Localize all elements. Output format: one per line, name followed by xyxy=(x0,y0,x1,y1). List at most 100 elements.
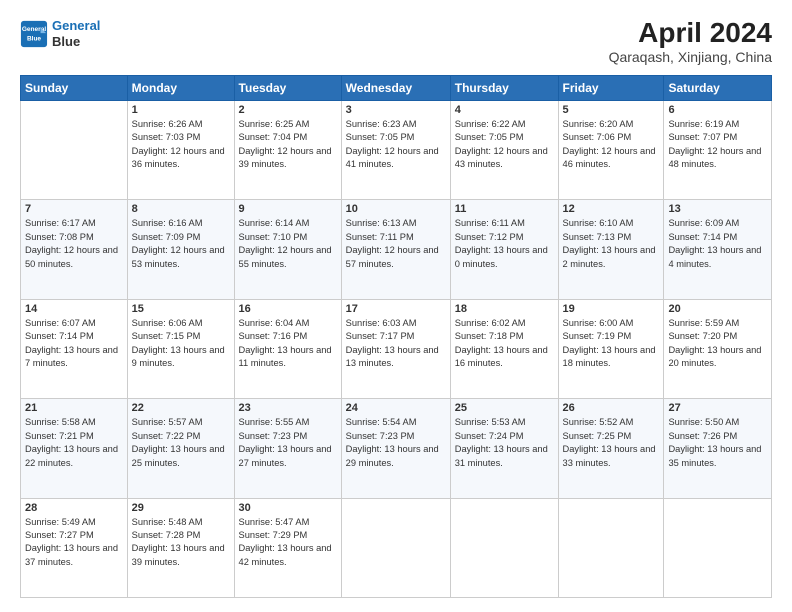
day-info: Sunrise: 6:25 AMSunset: 7:04 PMDaylight:… xyxy=(239,118,337,172)
day-number: 21 xyxy=(25,402,123,414)
day-number: 8 xyxy=(132,203,230,215)
day-number: 13 xyxy=(668,203,767,215)
calendar-cell: 14Sunrise: 6:07 AMSunset: 7:14 PMDayligh… xyxy=(21,299,128,398)
calendar-cell: 25 Sunrise: 5:53 AMSunset: 7:24 PMDayligh… xyxy=(450,399,558,498)
day-info: Sunrise: 6:26 AMSunset: 7:03 PMDaylight:… xyxy=(132,118,230,172)
day-info: Sunrise: 6:00 AMSunset: 7:19 PMDaylight:… xyxy=(563,317,660,371)
calendar-cell: 10Sunrise: 6:13 AMSunset: 7:11 PMDayligh… xyxy=(341,200,450,299)
day-info: Sunrise: 6:16 AMSunset: 7:09 PMDaylight:… xyxy=(132,217,230,271)
day-info: Sunrise: 5:47 AMSunset: 7:29 PMDaylight:… xyxy=(239,516,337,570)
subtitle: Qaraqash, Xinjiang, China xyxy=(609,49,772,65)
day-number: 22 xyxy=(132,402,230,414)
calendar-cell xyxy=(21,100,128,199)
calendar-header-row: SundayMondayTuesdayWednesdayThursdayFrid… xyxy=(21,75,772,100)
day-number: 26 xyxy=(563,402,660,414)
day-info: Sunrise: 5:48 AMSunset: 7:28 PMDaylight:… xyxy=(132,516,230,570)
calendar-cell: 27 Sunrise: 5:50 AMSunset: 7:26 PMDayligh… xyxy=(664,399,772,498)
calendar-cell: 29 Sunrise: 5:48 AMSunset: 7:28 PMDayligh… xyxy=(127,498,234,597)
col-header-sunday: Sunday xyxy=(21,75,128,100)
day-info: Sunrise: 6:09 AMSunset: 7:14 PMDaylight:… xyxy=(668,217,767,271)
calendar-cell: 24 Sunrise: 5:54 AMSunset: 7:23 PMDayligh… xyxy=(341,399,450,498)
day-info: Sunrise: 6:14 AMSunset: 7:10 PMDaylight:… xyxy=(239,217,337,271)
calendar-cell: 30 Sunrise: 5:47 AMSunset: 7:29 PMDayligh… xyxy=(234,498,341,597)
day-info: Sunrise: 6:03 AMSunset: 7:17 PMDaylight:… xyxy=(346,317,446,371)
day-number: 11 xyxy=(455,203,554,215)
day-info: Sunrise: 6:22 AMSunset: 7:05 PMDaylight:… xyxy=(455,118,554,172)
day-info: Sunrise: 5:55 AMSunset: 7:23 PMDaylight:… xyxy=(239,416,337,470)
day-info: Sunrise: 5:50 AMSunset: 7:26 PMDaylight:… xyxy=(668,416,767,470)
calendar-cell xyxy=(450,498,558,597)
day-number: 2 xyxy=(239,104,337,116)
day-number: 17 xyxy=(346,303,446,315)
calendar-cell: 11 Sunrise: 6:11 AMSunset: 7:12 PMDayligh… xyxy=(450,200,558,299)
main-title: April 2024 xyxy=(609,18,772,49)
calendar-cell: 17 Sunrise: 6:03 AMSunset: 7:17 PMDayligh… xyxy=(341,299,450,398)
day-number: 6 xyxy=(668,104,767,116)
day-info: Sunrise: 5:54 AMSunset: 7:23 PMDaylight:… xyxy=(346,416,446,470)
day-number: 24 xyxy=(346,402,446,414)
calendar-cell: 8 Sunrise: 6:16 AMSunset: 7:09 PMDaylight… xyxy=(127,200,234,299)
col-header-tuesday: Tuesday xyxy=(234,75,341,100)
day-number: 1 xyxy=(132,104,230,116)
logo-line2: Blue xyxy=(52,34,100,50)
day-number: 20 xyxy=(668,303,767,315)
logo-icon: General Blue xyxy=(20,20,48,48)
calendar-cell: 1 Sunrise: 6:26 AMSunset: 7:03 PMDaylight… xyxy=(127,100,234,199)
calendar-cell xyxy=(664,498,772,597)
calendar-cell: 3 Sunrise: 6:23 AMSunset: 7:05 PMDaylight… xyxy=(341,100,450,199)
calendar-week-2: 14Sunrise: 6:07 AMSunset: 7:14 PMDayligh… xyxy=(21,299,772,398)
calendar-week-4: 28 Sunrise: 5:49 AMSunset: 7:27 PMDayligh… xyxy=(21,498,772,597)
calendar-cell: 19 Sunrise: 6:00 AMSunset: 7:19 PMDayligh… xyxy=(558,299,664,398)
day-number: 23 xyxy=(239,402,337,414)
calendar-cell: 26Sunrise: 5:52 AMSunset: 7:25 PMDayligh… xyxy=(558,399,664,498)
day-number: 16 xyxy=(239,303,337,315)
day-info: Sunrise: 5:53 AMSunset: 7:24 PMDaylight:… xyxy=(455,416,554,470)
header: General Blue General Blue April 2024 Qar… xyxy=(20,18,772,65)
day-number: 15 xyxy=(132,303,230,315)
logo-line1: General xyxy=(52,18,100,33)
day-number: 3 xyxy=(346,104,446,116)
calendar-cell: 5Sunrise: 6:20 AMSunset: 7:06 PMDaylight… xyxy=(558,100,664,199)
calendar-cell xyxy=(341,498,450,597)
day-info: Sunrise: 6:13 AMSunset: 7:11 PMDaylight:… xyxy=(346,217,446,271)
day-number: 5 xyxy=(563,104,660,116)
day-number: 18 xyxy=(455,303,554,315)
day-number: 4 xyxy=(455,104,554,116)
day-info: Sunrise: 5:49 AMSunset: 7:27 PMDaylight:… xyxy=(25,516,123,570)
calendar-cell: 12Sunrise: 6:10 AMSunset: 7:13 PMDayligh… xyxy=(558,200,664,299)
calendar-cell xyxy=(558,498,664,597)
day-info: Sunrise: 6:10 AMSunset: 7:13 PMDaylight:… xyxy=(563,217,660,271)
calendar-cell: 21Sunrise: 5:58 AMSunset: 7:21 PMDayligh… xyxy=(21,399,128,498)
day-info: Sunrise: 6:11 AMSunset: 7:12 PMDaylight:… xyxy=(455,217,554,271)
day-info: Sunrise: 5:59 AMSunset: 7:20 PMDaylight:… xyxy=(668,317,767,371)
calendar-cell: 9 Sunrise: 6:14 AMSunset: 7:10 PMDaylight… xyxy=(234,200,341,299)
calendar-cell: 13 Sunrise: 6:09 AMSunset: 7:14 PMDayligh… xyxy=(664,200,772,299)
logo-text: General Blue xyxy=(52,18,100,49)
day-number: 28 xyxy=(25,502,123,514)
calendar-table: SundayMondayTuesdayWednesdayThursdayFrid… xyxy=(20,75,772,598)
calendar-cell: 6Sunrise: 6:19 AMSunset: 7:07 PMDaylight… xyxy=(664,100,772,199)
day-info: Sunrise: 6:02 AMSunset: 7:18 PMDaylight:… xyxy=(455,317,554,371)
title-block: April 2024 Qaraqash, Xinjiang, China xyxy=(609,18,772,65)
page: General Blue General Blue April 2024 Qar… xyxy=(0,0,792,612)
day-info: Sunrise: 6:07 AMSunset: 7:14 PMDaylight:… xyxy=(25,317,123,371)
calendar-week-1: 7 Sunrise: 6:17 AMSunset: 7:08 PMDaylight… xyxy=(21,200,772,299)
col-header-saturday: Saturday xyxy=(664,75,772,100)
day-number: 27 xyxy=(668,402,767,414)
calendar-cell: 22Sunrise: 5:57 AMSunset: 7:22 PMDayligh… xyxy=(127,399,234,498)
col-header-thursday: Thursday xyxy=(450,75,558,100)
calendar-cell: 15Sunrise: 6:06 AMSunset: 7:15 PMDayligh… xyxy=(127,299,234,398)
day-info: Sunrise: 6:17 AMSunset: 7:08 PMDaylight:… xyxy=(25,217,123,271)
calendar-week-3: 21Sunrise: 5:58 AMSunset: 7:21 PMDayligh… xyxy=(21,399,772,498)
day-info: Sunrise: 6:23 AMSunset: 7:05 PMDaylight:… xyxy=(346,118,446,172)
day-number: 19 xyxy=(563,303,660,315)
calendar-cell: 2 Sunrise: 6:25 AMSunset: 7:04 PMDaylight… xyxy=(234,100,341,199)
day-number: 29 xyxy=(132,502,230,514)
day-number: 25 xyxy=(455,402,554,414)
calendar-cell: 28 Sunrise: 5:49 AMSunset: 7:27 PMDayligh… xyxy=(21,498,128,597)
calendar-week-0: 1 Sunrise: 6:26 AMSunset: 7:03 PMDaylight… xyxy=(21,100,772,199)
col-header-friday: Friday xyxy=(558,75,664,100)
day-number: 30 xyxy=(239,502,337,514)
day-number: 7 xyxy=(25,203,123,215)
day-number: 9 xyxy=(239,203,337,215)
